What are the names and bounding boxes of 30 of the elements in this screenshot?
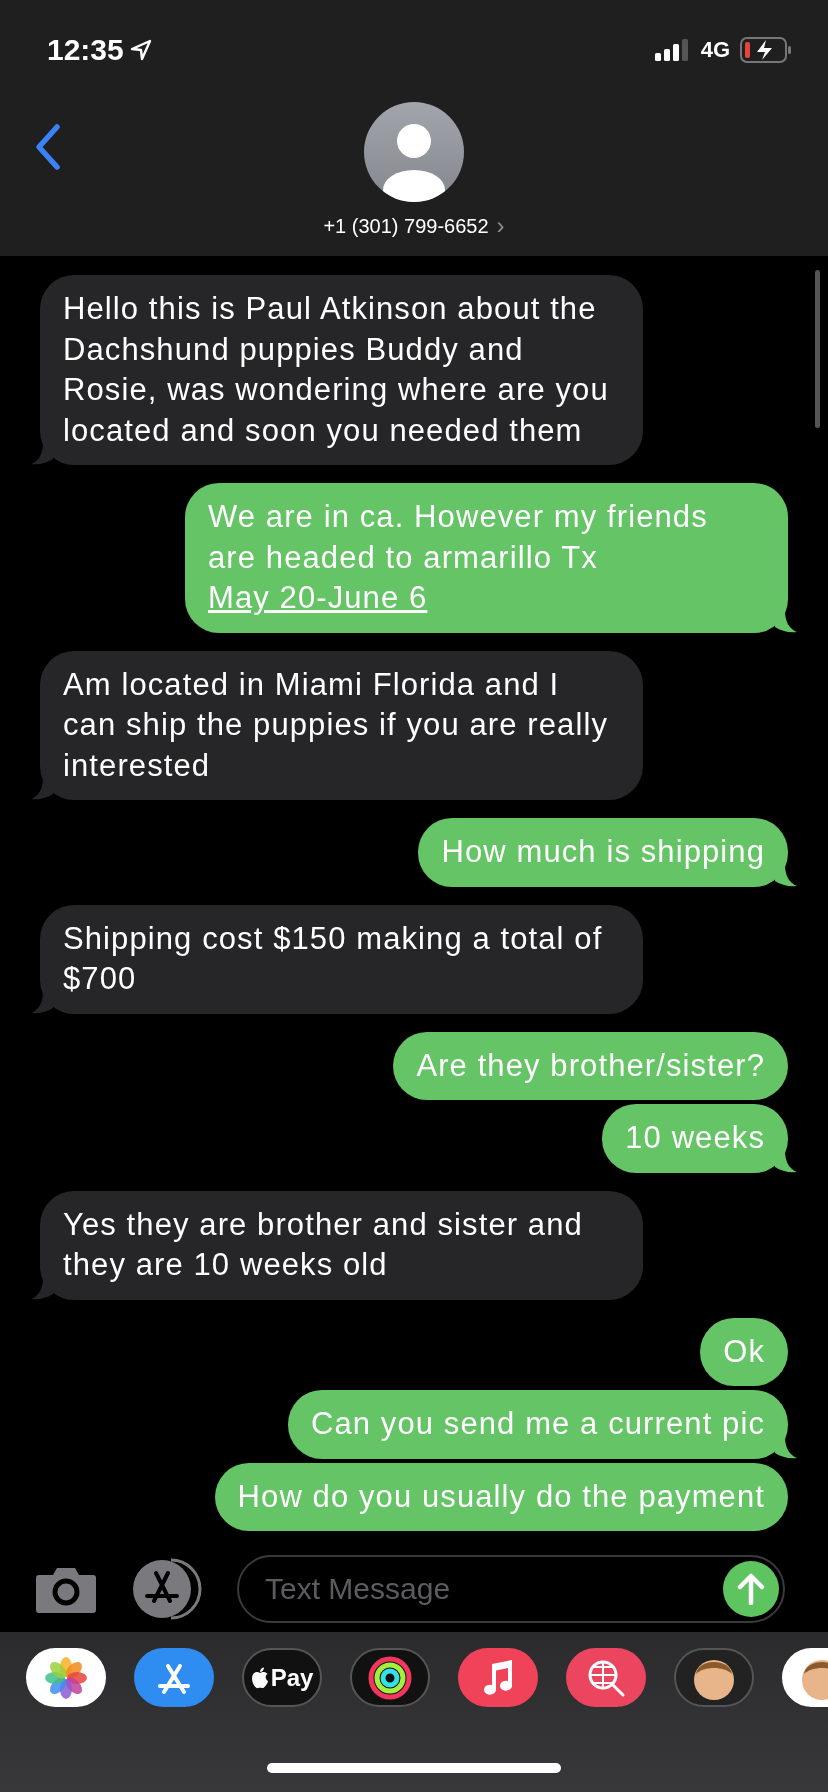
contact-phone-number[interactable]: +1 (301) 799-6652 › (323, 212, 505, 240)
app-store-icon (131, 1557, 203, 1620)
signal-icon (654, 39, 691, 61)
message-text: Yes they are brother and sister and they are 10 weeks old (63, 1206, 583, 1282)
status-time: 12:35 (47, 33, 152, 67)
message-text: We are in ca. However my friends are headed to armarillo Tx May 20-June 6 (208, 499, 708, 615)
location-arrow-icon (129, 39, 152, 61)
network-type: 4G (700, 37, 730, 63)
apps-button[interactable] (131, 1557, 203, 1620)
arrow-up-icon (737, 1572, 765, 1605)
message-text: How do you usually do the payment (237, 1478, 765, 1514)
apple-logo-icon (250, 1666, 269, 1689)
message-text: 10 weeks (625, 1120, 765, 1155)
message-text: Shipping cost $150 making a total of $700 (63, 920, 603, 996)
message-text: Can you send me a current pic (310, 1406, 765, 1441)
message-input-field[interactable]: Text Message (263, 1570, 723, 1607)
message-composer[interactable]: Text Message (237, 1554, 785, 1623)
battery-charging-icon (740, 37, 792, 63)
message-text: Are they brother/sister? (416, 1047, 765, 1083)
chevron-left-icon (33, 122, 61, 171)
message-text: Hello this is Paul Atkinson about the Dachshund puppies Buddy and Rosie, was wondering where are you located and soon you needed them (63, 291, 609, 448)
message-text: How much is shipping (441, 834, 765, 869)
message-text: Am located in Miami Florida and I can ship the puppies if you are really interested (63, 666, 608, 783)
app-drawer-button[interactable]: Pay (242, 1648, 322, 1707)
flower-icon (45, 1656, 87, 1699)
chevron-right-icon: › (496, 212, 505, 240)
pay-label: Pay (270, 1663, 314, 1692)
send-button[interactable] (723, 1560, 779, 1617)
rings-icon (368, 1655, 412, 1700)
message-text: Ok (723, 1333, 765, 1369)
